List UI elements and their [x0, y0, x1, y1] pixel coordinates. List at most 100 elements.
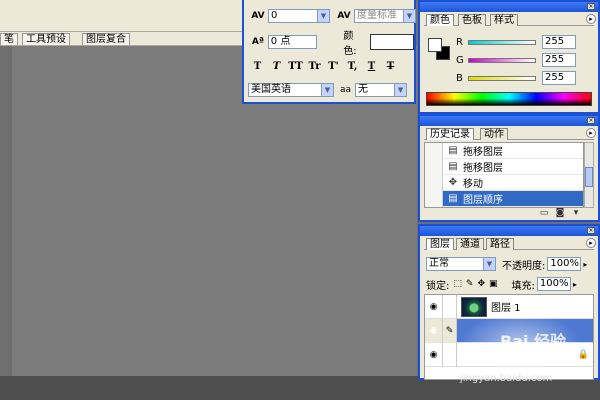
chevron-down-icon[interactable]: ▼	[317, 10, 329, 22]
baseline-shift-input[interactable]: 0 点	[267, 35, 318, 49]
eye-icon[interactable]: ◉	[425, 342, 443, 367]
layer-icon: ▤	[448, 145, 458, 156]
lock-pixels-icon[interactable]: ✎	[466, 279, 474, 289]
kerning-select[interactable]: 度量标准 ▼	[354, 9, 416, 23]
history-item-label: 移动	[463, 179, 483, 190]
layer-name[interactable]: 图层 1	[491, 299, 521, 314]
list-item[interactable]: ▤ 拖移图层	[425, 142, 583, 159]
eye-icon[interactable]: ◉	[425, 318, 443, 343]
watermark-url: jingyan.baidu.com	[460, 373, 553, 384]
channel-b-label: B	[456, 72, 463, 84]
baseline-shift-value: 0 点	[270, 36, 291, 47]
tab-swatches[interactable]: 色板	[458, 14, 486, 26]
panel-menu-icon[interactable]: ▸	[586, 128, 596, 138]
history-panel-titlebar[interactable]: ×	[420, 116, 598, 126]
panel-menu-icon[interactable]: ▸	[586, 238, 596, 248]
chevron-right-icon[interactable]: ▸	[583, 260, 587, 269]
kerning-value: 度量标准	[357, 10, 397, 21]
tab-layers[interactable]: 图层	[426, 238, 454, 250]
strikethrough-button[interactable]: T	[381, 61, 400, 72]
tab-paths[interactable]: 路径	[486, 238, 514, 250]
channel-r-slider[interactable]	[468, 39, 536, 45]
text-color-swatch[interactable]	[370, 34, 414, 50]
channel-b-slider[interactable]	[468, 75, 536, 81]
history-panel: × 历史记录 动作 ▸ ▤ 拖移图层 ▤ 拖移图层 ✥ 移动 ▤ 图层顺序 ▭ …	[418, 114, 600, 222]
eye-icon[interactable]: ◉	[425, 294, 443, 319]
tab-channels[interactable]: 通道	[456, 238, 484, 250]
tab-actions[interactable]: 动作	[480, 128, 508, 140]
underline-button[interactable]: T	[362, 61, 381, 72]
kerning-icon: AV	[337, 11, 351, 21]
character-panel: AV 0 ▼ AV 度量标准 ▼ Aª 0 点 颜色: T T TT Tr T'…	[242, 0, 416, 104]
all-caps-button[interactable]: TT	[286, 61, 305, 72]
language-select[interactable]: 美国英语 ▼	[248, 83, 334, 97]
list-item[interactable]: ▤ 拖移图层	[425, 158, 583, 175]
channel-g-label: G	[456, 54, 464, 66]
chevron-down-icon[interactable]: ▼	[321, 84, 333, 96]
blend-mode-select[interactable]: 正常 ▼	[426, 257, 496, 271]
antialias-select[interactable]: 无 ▼	[355, 83, 408, 97]
tab-history[interactable]: 历史记录	[426, 128, 474, 140]
close-icon[interactable]: ×	[587, 3, 595, 10]
chevron-right-icon[interactable]: ▸	[573, 280, 577, 289]
tracking-select[interactable]: 0 ▼	[268, 9, 330, 23]
brush-icon[interactable]: ✎	[443, 318, 457, 343]
subscript-button[interactable]: T,	[343, 61, 362, 72]
history-brush-source[interactable]	[425, 142, 443, 159]
tab-tool-presets[interactable]: 工具预设	[22, 33, 70, 45]
list-item[interactable]: ✥ 移动	[425, 174, 583, 191]
layer-icon: ▤	[448, 193, 458, 204]
channel-g-slider[interactable]	[468, 57, 536, 63]
foreground-color-swatch[interactable]	[428, 38, 442, 52]
tracking-value: 0	[271, 10, 278, 21]
table-row[interactable]: ◉ 图层 1	[425, 294, 593, 319]
antialias-icon: aa	[340, 85, 352, 95]
close-icon[interactable]: ×	[587, 227, 595, 234]
small-caps-button[interactable]: Tr	[305, 61, 324, 72]
close-icon[interactable]: ×	[587, 117, 595, 124]
color-label: 颜色:	[343, 31, 357, 57]
lock-all-icon[interactable]: ▣	[489, 279, 498, 289]
lock-position-icon[interactable]: ✥	[477, 279, 485, 289]
color-spectrum-bar[interactable]	[426, 92, 592, 106]
camera-icon[interactable]: ◙	[554, 208, 566, 218]
history-scrollbar[interactable]	[584, 142, 594, 208]
scrollbar-thumb[interactable]	[585, 167, 593, 187]
layer-link-slot[interactable]	[443, 342, 457, 367]
color-panel-titlebar[interactable]: ×	[420, 2, 598, 12]
channel-r: R 255	[456, 35, 576, 49]
layers-panel: × 图层 通道 路径 ▸ 正常 ▼ 不透明度: 100% ▸ 锁定: ⬚ ✎ ✥…	[418, 224, 600, 380]
history-brush-source[interactable]	[425, 190, 443, 207]
chevron-down-icon[interactable]: ▼	[394, 84, 407, 96]
trash-icon[interactable]: ▾	[570, 208, 582, 218]
layer-link-slot[interactable]	[443, 294, 457, 319]
tab-brushes[interactable]: 笔	[0, 33, 18, 45]
tab-layer-comps[interactable]: 图层复合	[82, 33, 130, 45]
chevron-down-icon[interactable]: ▼	[483, 258, 495, 270]
history-brush-source[interactable]	[425, 158, 443, 175]
tab-styles[interactable]: 样式	[490, 14, 518, 26]
superscript-button[interactable]: T'	[324, 61, 343, 72]
history-brush-source[interactable]	[425, 174, 443, 191]
channel-g-input[interactable]: 255	[542, 53, 576, 67]
faux-bold-button[interactable]: T	[248, 61, 267, 72]
channel-r-label: R	[456, 36, 463, 48]
palette-well: 笔 工具预设 图层复合	[0, 32, 245, 46]
fill-input[interactable]: 100%	[536, 277, 571, 291]
lock-transparency-icon[interactable]: ⬚	[453, 279, 462, 289]
faux-style-buttons: T T TT Tr T' T, T T	[248, 58, 400, 74]
panel-menu-icon[interactable]: ▸	[586, 14, 596, 24]
layers-panel-titlebar[interactable]: ×	[420, 226, 598, 236]
faux-italic-button[interactable]: T	[267, 61, 286, 72]
channel-b-input[interactable]: 255	[542, 71, 576, 85]
layer-icon: ▤	[448, 161, 458, 172]
color-panel: × 颜色 色板 样式 ▸ R 255 G 255 B 255	[418, 0, 600, 114]
watermark-logo: Bai 经验	[500, 332, 567, 351]
opacity-input[interactable]: 100%	[547, 257, 582, 271]
list-item[interactable]: ▤ 图层顺序	[425, 190, 583, 207]
chevron-down-icon[interactable]: ▼	[403, 10, 415, 22]
layer-thumbnail	[461, 296, 487, 317]
channel-r-input[interactable]: 255	[542, 35, 576, 49]
tab-color[interactable]: 颜色	[426, 14, 454, 26]
new-document-from-state-icon[interactable]: ▭	[538, 208, 550, 218]
